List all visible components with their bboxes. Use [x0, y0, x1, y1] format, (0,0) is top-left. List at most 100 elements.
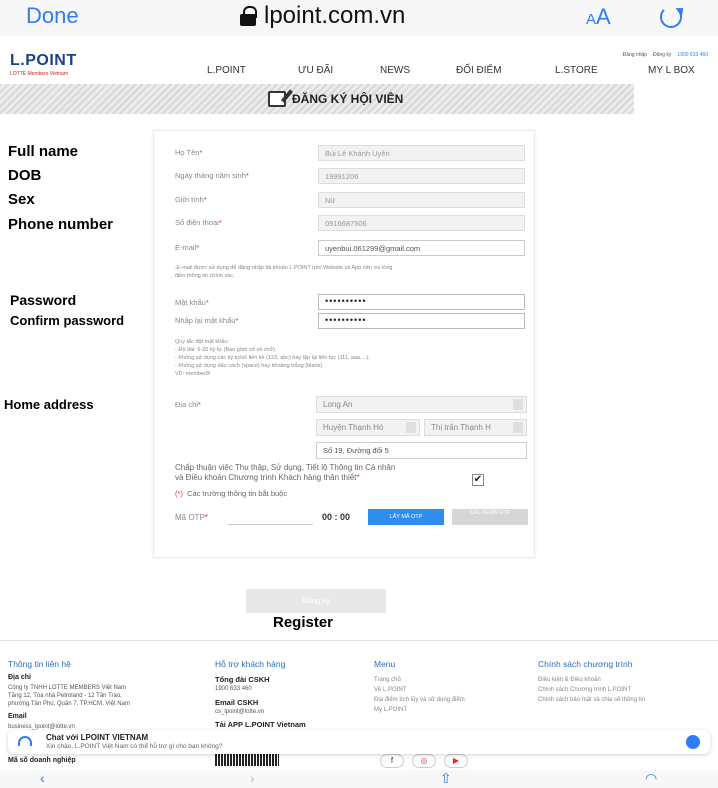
- email-field[interactable]: uyenbui.061299@gmail.com: [318, 240, 525, 256]
- nav-item-my-l-box[interactable]: MY L BOX: [648, 65, 695, 76]
- agreement-text: Chấp thuận việc Thu thập, Sử dụng, Tiết …: [175, 463, 396, 482]
- footer-menu-item[interactable]: Địa điểm tích lũy và sử dụng điểm: [374, 695, 465, 705]
- text-size-button[interactable]: AA: [586, 4, 611, 30]
- lock-icon: [240, 6, 257, 26]
- confirm-password-field[interactable]: ••••••••••: [318, 313, 525, 329]
- footer-policy-item[interactable]: Chính sách bảo mật và chia sẻ thông tin: [538, 695, 645, 705]
- annotation-phone: Phone number: [8, 216, 114, 233]
- email-note: -E-mail được sử dụng để đăng nhập tài kh…: [175, 265, 393, 279]
- footer-email-title: Email: [8, 713, 27, 720]
- agreement-checkbox[interactable]: ✔: [472, 474, 484, 486]
- top-links: Đăng nhập Đăng ký 1900 633 460: [623, 52, 708, 58]
- annotation-password: Password: [10, 292, 77, 308]
- chevron-down-icon: [406, 422, 416, 433]
- email-label: E-mail*: [175, 243, 200, 252]
- site-header: L.POINT LOTTE Members Vietnam Đăng nhập …: [0, 40, 718, 82]
- footer-hotline[interactable]: 1900 633 460: [215, 685, 252, 693]
- youtube-icon[interactable]: ▶: [444, 754, 468, 768]
- footer-policy-item[interactable]: Chính sách Chương trình L.POINT: [538, 685, 645, 695]
- phone-field[interactable]: 0916687506: [318, 215, 525, 231]
- dob-label: Ngày tháng năm sinh*: [175, 171, 249, 180]
- footer-policy-item[interactable]: Điều kiện & Điều khoản: [538, 675, 645, 685]
- nav-item-lpoint[interactable]: L.POINT: [207, 65, 246, 76]
- chat-title: Chat với LPOINT VIETNAM: [46, 733, 149, 742]
- footer-menu-item[interactable]: My L.POINT: [374, 705, 465, 715]
- confirm-otp-button[interactable]: XÁC NHẬN OTP: [452, 509, 528, 525]
- chat-widget[interactable]: Chat với LPOINT VIETNAM Xin chào, L.POIN…: [8, 730, 710, 754]
- password-label: Mật khẩu*: [175, 298, 209, 307]
- name-label: Họ Tên*: [175, 148, 203, 157]
- sex-field[interactable]: Nữ: [318, 192, 525, 208]
- password-field[interactable]: ••••••••••: [318, 294, 525, 310]
- province-select[interactable]: Long An: [316, 396, 527, 413]
- chevron-down-icon: [513, 399, 523, 410]
- footer-tax-title: Mã số doanh nghiệp: [8, 757, 76, 764]
- nav-item-uu-dai[interactable]: ƯU ĐÃI: [298, 65, 333, 76]
- edit-icon: [268, 91, 286, 107]
- footer-address: Công ty TNHH LOTTE MEMBERS Việt Nam Tầng…: [8, 685, 130, 707]
- footer-divider: [0, 640, 718, 641]
- browser-toolbar: Done lpoint.com.vn AA: [0, 0, 718, 36]
- footer-menu-item[interactable]: Trang chủ: [374, 675, 465, 685]
- footer-policy: Điều kiện & Điều khoản Chính sách Chương…: [538, 675, 645, 705]
- confirm-password-label: Nhập lại mật khẩu*: [175, 316, 239, 325]
- otp-input[interactable]: [228, 509, 313, 525]
- chevron-down-icon: [513, 422, 523, 433]
- instagram-icon[interactable]: ◎: [412, 754, 436, 768]
- phone-label: Số điện thoại*: [175, 218, 222, 227]
- footer-policy-title: Chính sách chương trình: [538, 659, 633, 669]
- footer-menu-item[interactable]: Về L.POINT: [374, 685, 465, 695]
- footer-menu-title: Menu: [374, 659, 396, 669]
- address-bar[interactable]: lpoint.com.vn: [240, 2, 405, 30]
- chat-subtitle: Xin chào, L.POINT Việt Nam có thể hỗ trợ…: [46, 743, 223, 750]
- annotation-dob: DOB: [8, 167, 42, 184]
- compass-icon[interactable]: ◠: [645, 770, 657, 787]
- street-field[interactable]: Số 19, Đường đối 5: [316, 442, 527, 459]
- share-icon[interactable]: ⇧: [440, 770, 452, 787]
- facebook-icon[interactable]: f: [380, 754, 404, 768]
- footer-menu: Trang chủ Về L.POINT Địa điểm tích lũy v…: [374, 675, 465, 715]
- annotation-confirm-password: Confirm password: [10, 313, 125, 328]
- password-rules: Quy tắc đặt mật khẩu: - Độ dài: 6-20 ký …: [175, 339, 370, 377]
- done-button[interactable]: Done: [26, 3, 79, 29]
- login-link[interactable]: Đăng nhập: [623, 52, 647, 58]
- annotation-home-address: Home address: [4, 397, 94, 412]
- back-icon[interactable]: ‹: [40, 770, 45, 786]
- forward-icon[interactable]: ›: [250, 770, 255, 786]
- page-title: ĐĂNG KÝ HỘI VIÊN: [268, 91, 403, 107]
- dob-field[interactable]: 19991206: [318, 168, 525, 184]
- footer-hotline-title: Tổng đài CSKH: [215, 675, 270, 684]
- sex-label: Giới tính*: [175, 195, 207, 204]
- required-fields-note: (*) Các trường thông tin bắt buộc: [175, 489, 288, 498]
- annotation-sex: Sex: [8, 191, 35, 208]
- signup-link[interactable]: Đăng ký: [653, 52, 671, 58]
- footer-app-title: Tải APP L.POINT Vietnam: [215, 720, 306, 729]
- register-button[interactable]: Đăng ký: [246, 589, 386, 613]
- footer-cskh-email[interactable]: cs_lpoint@lotte.vn: [215, 708, 264, 716]
- ward-select[interactable]: Thị trấn Thạnh H: [424, 419, 527, 436]
- district-select[interactable]: Huyện Thạnh Hó: [316, 419, 420, 436]
- site-logo[interactable]: L.POINT: [10, 52, 77, 70]
- page-banner: ĐĂNG KÝ HỘI VIÊN: [0, 84, 634, 114]
- otp-timer: 00 : 00: [322, 512, 351, 522]
- url-text: lpoint.com.vn: [264, 2, 406, 29]
- name-field[interactable]: Bùi Lê Khánh Uyên: [318, 145, 525, 161]
- footer-contact-title: Thông tin liên hệ: [8, 659, 71, 669]
- browser-bottom-bar: ‹ › ⇧ ◠: [0, 770, 718, 788]
- hotline-link[interactable]: 1900 633 460: [677, 52, 708, 58]
- nav-item-lstore[interactable]: L.STORE: [555, 65, 598, 76]
- logo-subtitle: LOTTE Members Vietnam: [10, 71, 68, 77]
- footer-cskh-email-title: Email CSKH: [215, 698, 259, 707]
- messenger-icon[interactable]: [686, 735, 700, 749]
- nav-item-doi-diem[interactable]: ĐỐI ĐIỂM: [456, 65, 502, 76]
- get-otp-button[interactable]: LẤY MÃ OTP: [368, 509, 444, 525]
- wifi-icon: [18, 736, 32, 746]
- annotation-register: Register: [273, 614, 334, 631]
- reload-icon[interactable]: [660, 6, 682, 28]
- nav-item-news[interactable]: NEWS: [380, 65, 410, 76]
- otp-label: Mã OTP*: [175, 513, 208, 522]
- annotation-full-name: Full name: [8, 143, 79, 160]
- footer-address-title: Địa chỉ: [8, 674, 31, 681]
- qr-code-icon[interactable]: [215, 752, 279, 766]
- footer-support-title: Hỗ trợ khách hàng: [215, 659, 286, 669]
